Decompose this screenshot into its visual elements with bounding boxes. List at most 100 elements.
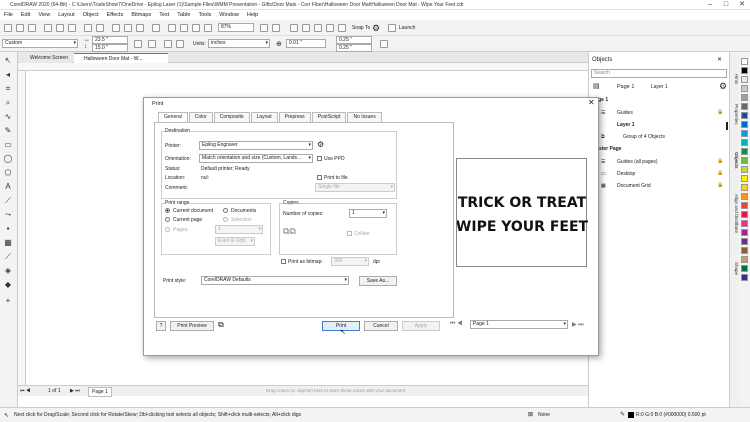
printer-dropdown[interactable]: Epilog Engraver — [199, 141, 313, 150]
print-style-dropdown[interactable]: CorelDRAW Defaults — [201, 276, 349, 285]
color-swatch[interactable] — [741, 184, 748, 191]
tab-halloween-door-mat[interactable]: Halloween Door Mat - W... — [74, 53, 168, 63]
menu-table[interactable]: Table — [177, 12, 190, 18]
menu-file[interactable]: File — [4, 12, 13, 18]
tab-hints[interactable]: Hints — [731, 74, 739, 84]
menu-help[interactable]: Help — [247, 12, 258, 18]
tab-no-issues[interactable]: No Issues — [347, 112, 382, 122]
zoom-level-field[interactable]: 87% — [218, 23, 254, 32]
cancel-button[interactable]: Cancel — [364, 321, 398, 331]
color-swatch[interactable] — [741, 130, 748, 137]
documents-radio[interactable] — [223, 208, 228, 213]
outline-pen-icon[interactable]: ✎ — [620, 411, 625, 418]
display-mode-icon[interactable] — [326, 24, 334, 32]
color-swatch[interactable] — [741, 274, 748, 281]
page-width-field[interactable]: 23.5 " — [92, 36, 128, 44]
units-dropdown[interactable]: inches — [208, 39, 270, 48]
color-swatch[interactable] — [741, 202, 748, 209]
bitmap-dpi-field[interactable]: 300 — [331, 257, 369, 266]
transparency-tool-icon[interactable]: ▦ — [3, 238, 13, 248]
color-swatch[interactable] — [741, 58, 748, 65]
tab-postscript[interactable]: PostScript — [311, 112, 347, 122]
orientation-dropdown[interactable]: Match orientation and size (Custom, Land… — [199, 154, 313, 163]
color-swatch[interactable] — [741, 256, 748, 263]
enhanced-view-icon[interactable] — [314, 24, 322, 32]
dialog-close-icon[interactable]: ✕ — [588, 98, 595, 107]
cut-icon[interactable] — [44, 24, 52, 32]
duplicate-x-field[interactable]: 0.25 " — [336, 36, 372, 44]
page-tab-1[interactable]: Page 1 — [88, 387, 112, 397]
menu-object[interactable]: Object — [83, 12, 99, 18]
printer-preferences-icon[interactable]: ⚙ — [317, 140, 324, 149]
new-icon[interactable] — [4, 24, 12, 32]
lock-icon[interactable]: 🔒 — [717, 158, 723, 164]
vertical-ruler[interactable] — [18, 71, 26, 385]
options-icon[interactable] — [380, 40, 388, 48]
color-swatch[interactable] — [741, 166, 748, 173]
rulers-icon[interactable] — [180, 24, 188, 32]
tab-shape[interactable]: Shape — [731, 262, 739, 275]
nudge-distance-field[interactable]: 0.01 " — [286, 39, 326, 48]
tab-composite[interactable]: Composite — [213, 112, 250, 122]
rectangle-tool-icon[interactable]: ▭ — [3, 140, 13, 150]
connector-tool-icon[interactable]: ⤳ — [3, 210, 13, 220]
crop-tool-icon[interactable]: ⌗ — [3, 84, 13, 94]
color-swatch[interactable] — [741, 67, 748, 74]
pages-field[interactable]: 1 — [215, 225, 263, 234]
gear-icon[interactable]: ⚙ — [372, 23, 380, 34]
tree-master-page[interactable]: Master Page — [592, 144, 732, 155]
current-page-icon[interactable] — [148, 40, 156, 48]
menu-view[interactable]: View — [38, 12, 50, 18]
shape-tool-icon[interactable]: ◂ — [3, 70, 13, 80]
polygon-tool-icon[interactable]: ⬠ — [3, 168, 13, 178]
pick-tool-icon[interactable]: ↖ — [3, 56, 13, 66]
menu-text[interactable]: Text — [159, 12, 169, 18]
undo-icon[interactable] — [84, 24, 92, 32]
color-swatch[interactable] — [741, 85, 748, 92]
duplicate-y-field[interactable]: 0.25 " — [336, 44, 372, 52]
paste-icon[interactable] — [68, 24, 76, 32]
color-swatch[interactable] — [741, 148, 748, 155]
redo-icon[interactable] — [96, 24, 104, 32]
color-swatch[interactable] — [741, 220, 748, 227]
current-page-radio[interactable] — [165, 217, 170, 222]
lock-icon[interactable]: 🔒 — [717, 109, 723, 115]
preview-popout-icon[interactable]: ⧉ — [218, 320, 224, 330]
objects-search-input[interactable]: Search — [591, 69, 727, 78]
menu-edit[interactable]: Edit — [21, 12, 30, 18]
horizontal-ruler[interactable] — [18, 63, 588, 71]
grid-icon[interactable] — [192, 24, 200, 32]
color-swatch[interactable] — [741, 193, 748, 200]
eyedropper-tool-icon[interactable]: ⟋ — [3, 252, 13, 262]
color-swatch[interactable] — [741, 175, 748, 182]
layer-dropdown[interactable]: Layer 1 — [651, 84, 668, 90]
wireframe-icon[interactable] — [290, 24, 298, 32]
tab-welcome-screen[interactable]: Welcome Screen — [20, 53, 72, 63]
color-swatch[interactable] — [741, 247, 748, 254]
new-layer-icon[interactable]: ▤ — [593, 82, 600, 90]
pixel-view-icon[interactable] — [302, 24, 310, 32]
print-as-bitmap-checkbox[interactable] — [281, 259, 286, 264]
color-swatch[interactable] — [741, 94, 748, 101]
color-swatch[interactable] — [741, 211, 748, 218]
menu-bitmaps[interactable]: Bitmaps — [131, 12, 151, 18]
preview-next-last-icons[interactable]: ▶ ⏭ — [572, 321, 584, 329]
open-icon[interactable] — [16, 24, 24, 32]
smart-fill-icon[interactable]: ◆ — [3, 280, 13, 290]
save-as-button[interactable]: Save As... — [359, 276, 397, 286]
page-dropdown[interactable]: Page 1 — [617, 84, 634, 90]
color-swatch[interactable] — [741, 157, 748, 164]
minimize-button[interactable]: – — [702, 0, 718, 10]
search-content-icon[interactable] — [112, 24, 120, 32]
single-file-dropdown[interactable]: Single file — [315, 183, 395, 192]
launch-dropdown[interactable]: Launch — [399, 25, 415, 31]
color-swatch[interactable] — [741, 265, 748, 272]
print-preview-button[interactable]: Print Preview — [170, 321, 214, 331]
color-swatch[interactable] — [741, 103, 748, 110]
preview-page-dropdown[interactable]: Page 1 — [470, 320, 568, 329]
portrait-icon[interactable] — [164, 40, 172, 48]
launch-icon[interactable] — [388, 24, 396, 32]
guidelines-icon[interactable] — [204, 24, 212, 32]
color-swatch[interactable] — [741, 229, 748, 236]
color-swatch[interactable] — [741, 238, 748, 245]
